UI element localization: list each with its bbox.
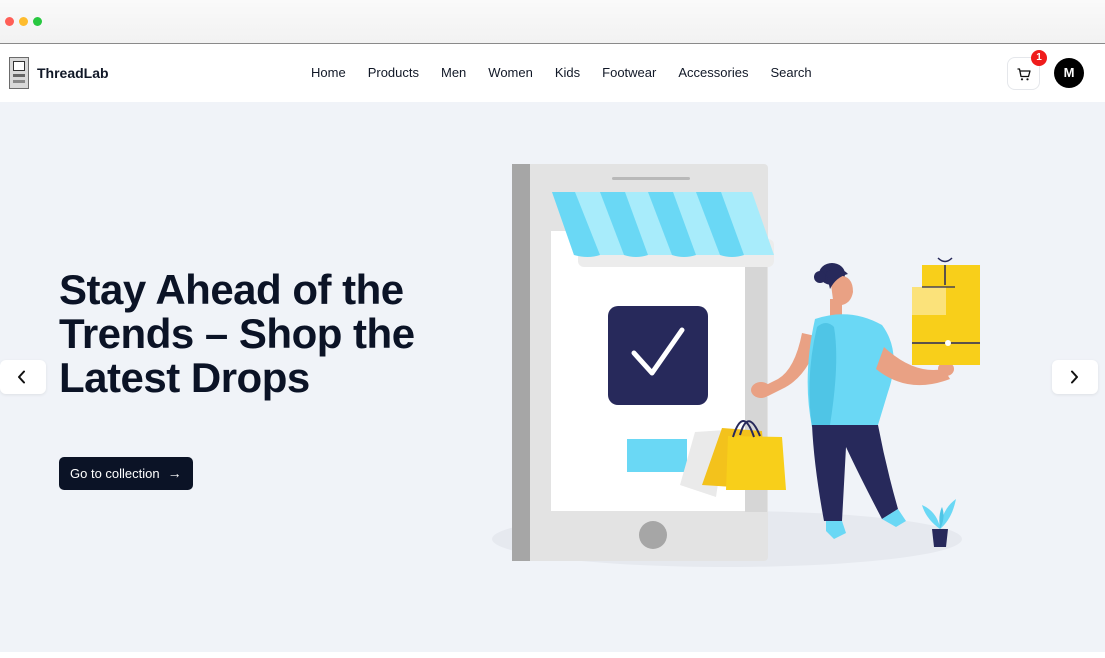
chevron-left-icon [18, 370, 25, 384]
cart-count-badge: 1 [1031, 50, 1047, 66]
minimize-window-button[interactable] [19, 17, 28, 26]
cta-label: Go to collection [70, 466, 160, 481]
maximize-window-button[interactable] [33, 17, 42, 26]
hero-shopping-illustration [492, 164, 980, 567]
arrow-right-icon: → [167, 465, 182, 481]
nav-item-footwear[interactable]: Footwear [602, 65, 656, 80]
nav-item-kids[interactable]: Kids [555, 65, 580, 80]
nav-item-women[interactable]: Women [488, 65, 533, 80]
window-titlebar [0, 0, 1105, 44]
nav-item-home[interactable]: Home [311, 65, 346, 80]
nav-item-search[interactable]: Search [770, 65, 811, 80]
slider-next-button[interactable] [1052, 360, 1098, 394]
user-avatar[interactable]: M [1054, 58, 1084, 88]
slider-prev-button[interactable] [0, 360, 46, 394]
site-header: ThreadLab Home Products Men Women Kids F… [0, 45, 1105, 102]
go-to-collection-button[interactable]: Go to collection → [59, 457, 193, 490]
main-nav: Home Products Men Women Kids Footwear Ac… [311, 65, 834, 80]
nav-item-accessories[interactable]: Accessories [678, 65, 748, 80]
hero-title: Stay Ahead of the Trends – Shop the Late… [59, 266, 415, 401]
brand-name[interactable]: ThreadLab [37, 65, 109, 81]
page-bottom-edge [0, 652, 1105, 658]
close-window-button[interactable] [5, 17, 14, 26]
brand-logo[interactable] [9, 57, 29, 89]
nav-item-products[interactable]: Products [368, 65, 419, 80]
hero-banner: Stay Ahead of the Trends – Shop the Late… [0, 102, 1105, 652]
chevron-right-icon [1071, 370, 1078, 384]
nav-item-men[interactable]: Men [441, 65, 466, 80]
cart-icon [1017, 68, 1031, 81]
